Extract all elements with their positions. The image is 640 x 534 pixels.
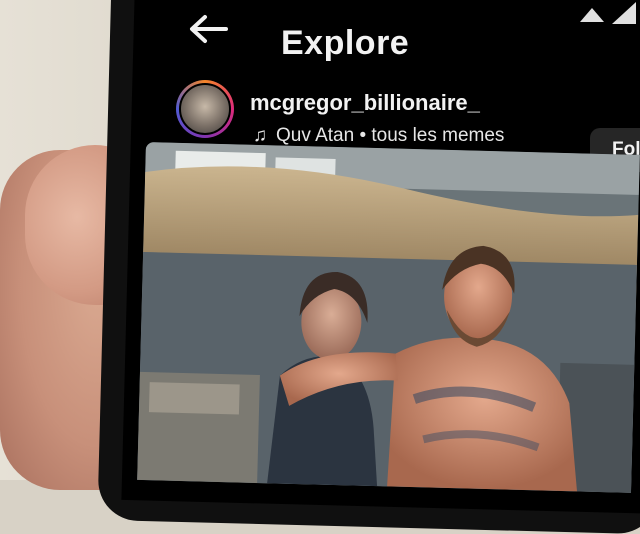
top-bar: Explore bbox=[188, 2, 640, 70]
avatar-image bbox=[179, 83, 231, 135]
post-photo bbox=[137, 142, 640, 493]
post-media[interactable] bbox=[137, 142, 640, 493]
wifi-icon bbox=[580, 8, 604, 22]
audio-label: Quv Atan • tous les memes bbox=[276, 125, 505, 146]
audio-attribution[interactable]: ♫ Quv Atan • tous les memes bbox=[250, 125, 505, 147]
music-note-icon: ♫ bbox=[252, 125, 268, 146]
back-arrow-icon[interactable] bbox=[188, 14, 228, 44]
username[interactable]: mcgregor_billionaire_ bbox=[250, 90, 480, 116]
signal-icon bbox=[612, 2, 636, 24]
status-bar-icons bbox=[550, 0, 640, 30]
avatar[interactable] bbox=[176, 80, 234, 138]
page-title: Explore bbox=[281, 24, 410, 62]
